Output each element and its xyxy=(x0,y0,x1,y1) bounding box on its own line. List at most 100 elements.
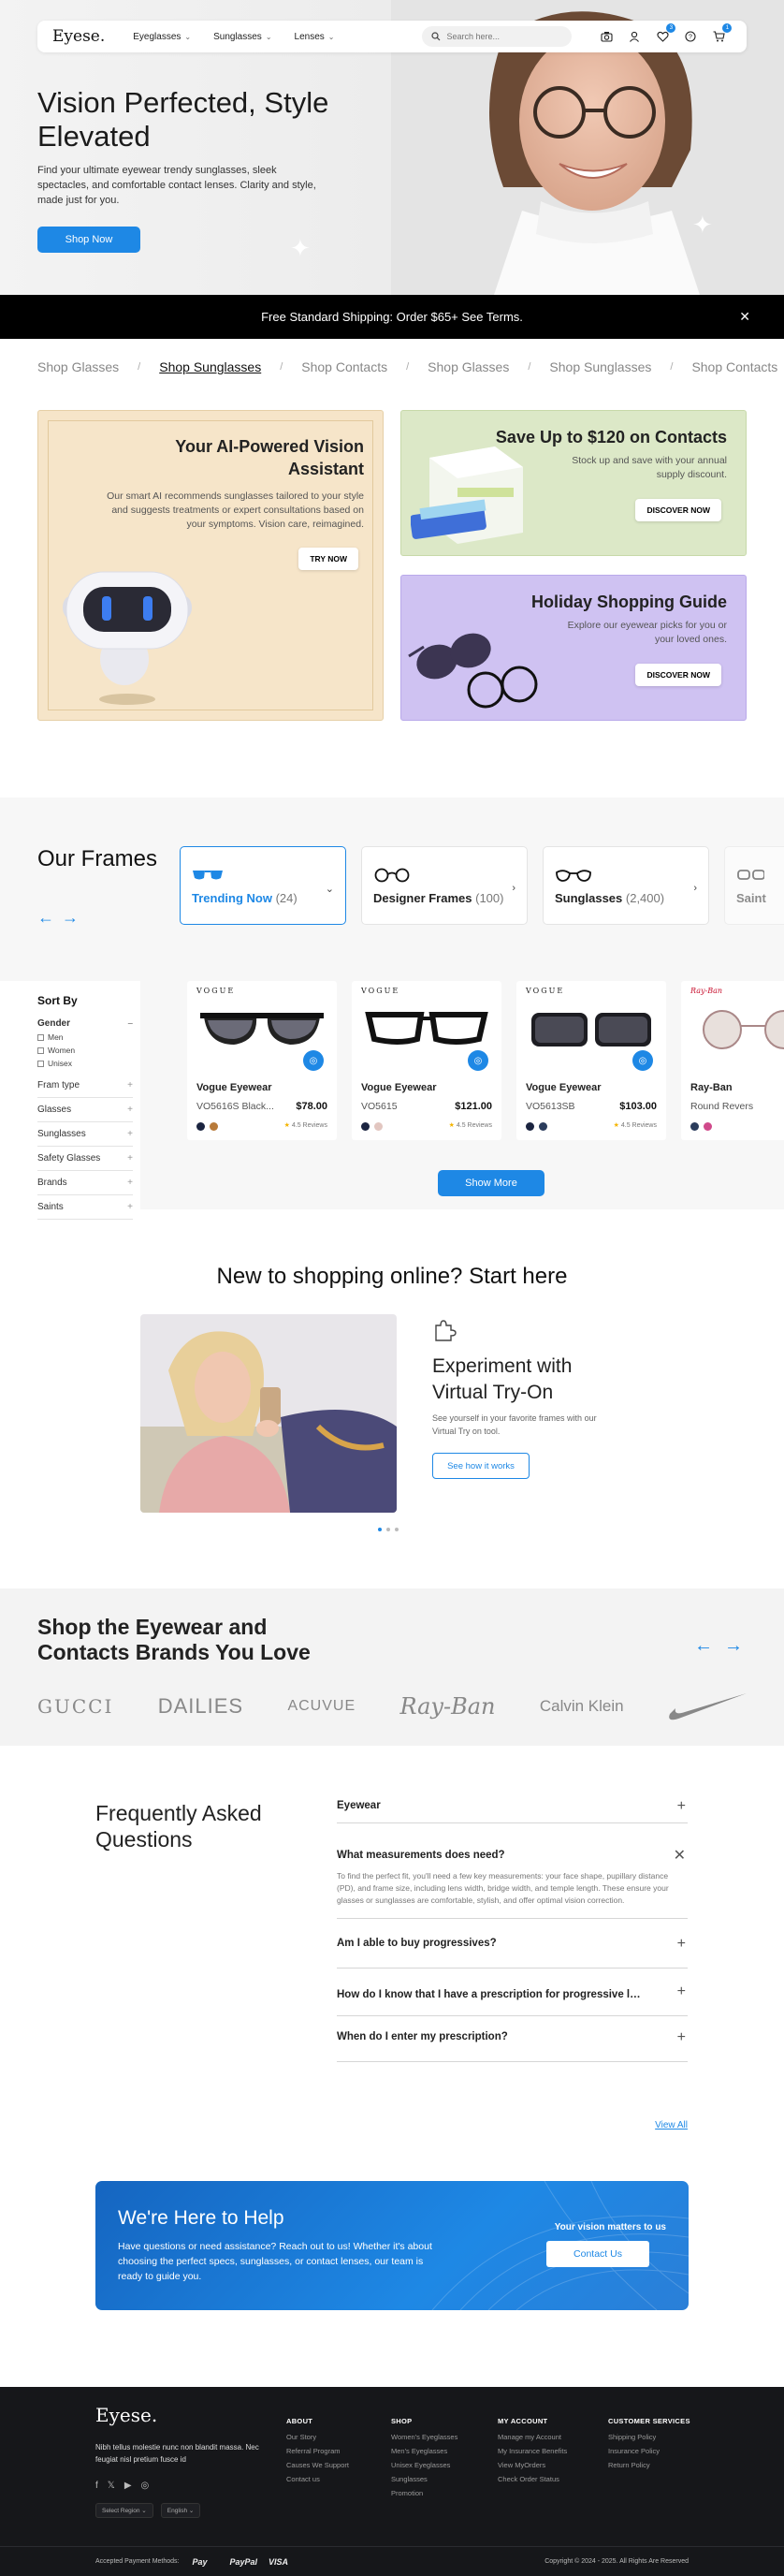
virtual-try-on-icon[interactable]: ◎ xyxy=(468,1050,488,1071)
footer-link[interactable]: Shipping Policy xyxy=(608,2433,690,2441)
color-swatch[interactable] xyxy=(526,1122,534,1131)
faq-item[interactable]: How do I know that I have a prescription… xyxy=(337,1969,688,2016)
color-swatch[interactable] xyxy=(539,1122,547,1131)
footer-link[interactable]: Our Story xyxy=(286,2433,349,2441)
filter-sunglasses[interactable]: Sunglasses + xyxy=(37,1122,133,1147)
arrow-right-icon[interactable]: → xyxy=(62,908,79,928)
try-now-button[interactable]: TRY NOW xyxy=(298,548,358,570)
arrow-right-icon[interactable]: → xyxy=(724,1635,743,1657)
footer-link[interactable]: Contact us xyxy=(286,2475,349,2483)
faq-item-open[interactable]: What measurements does need? ✕ To find t… xyxy=(337,1823,688,1919)
x-twitter-icon[interactable]: 𝕏 xyxy=(108,2481,115,2491)
ai-assistant-card[interactable]: Your AI-Powered Vision Assistant Our sma… xyxy=(37,410,384,721)
filter-frame-type[interactable]: Fram type + xyxy=(37,1074,133,1098)
brand-logo-dailies[interactable]: DAILIES xyxy=(158,1694,243,1719)
shop-now-button[interactable]: Shop Now xyxy=(37,227,140,253)
footer-link[interactable]: My Insurance Benefits xyxy=(498,2447,567,2455)
brand-logo-acuvue[interactable]: ACUVUE xyxy=(287,1698,356,1715)
discover-contacts-button[interactable]: DISCOVER NOW xyxy=(635,499,721,521)
plus-icon[interactable]: + xyxy=(677,2029,686,2046)
checkbox-box[interactable] xyxy=(37,1046,44,1054)
close-icon[interactable]: ✕ xyxy=(674,1846,686,1865)
brand-logo[interactable]: Eyese. xyxy=(52,27,105,46)
color-swatch[interactable] xyxy=(361,1122,370,1131)
footer-link[interactable]: Causes We Support xyxy=(286,2461,349,2469)
plus-icon[interactable]: + xyxy=(677,1936,686,1953)
category-link[interactable]: Shop Glasses xyxy=(428,359,509,374)
checkbox-unisex[interactable]: Unisex xyxy=(37,1059,140,1068)
color-swatch[interactable] xyxy=(196,1122,205,1131)
filter-gender[interactable]: Gender – xyxy=(37,1018,133,1029)
cart-icon[interactable]: 1 xyxy=(712,23,733,43)
arrow-left-icon[interactable]: ← xyxy=(694,1635,713,1657)
nav-eyeglasses[interactable]: Eyeglasses ⌄ xyxy=(133,32,191,42)
tab-trending-now[interactable]: Trending Now (24) ⌄ xyxy=(180,846,346,925)
footer-logo[interactable]: Eyese. xyxy=(95,2404,157,2426)
category-link-active[interactable]: Shop Sunglasses xyxy=(159,359,261,374)
footer-link[interactable]: Promotion xyxy=(391,2489,457,2497)
contact-us-button[interactable]: Contact Us xyxy=(546,2241,649,2267)
color-swatch[interactable] xyxy=(210,1122,218,1131)
product-card[interactable]: VOGUE ◎ Vogue Eyewear VO5616S Black... $… xyxy=(187,981,337,1140)
filter-glasses[interactable]: Glasses + xyxy=(37,1098,133,1122)
category-link[interactable]: Shop Contacts xyxy=(691,359,777,374)
product-card[interactable]: VOGUE ◎ Vogue Eyewear VO5615 $121.00 ★ 4… xyxy=(352,981,501,1140)
nav-lenses[interactable]: Lenses ⌄ xyxy=(295,32,335,42)
arrow-left-icon[interactable]: ← xyxy=(37,908,54,928)
footer-link[interactable]: Referral Program xyxy=(286,2447,349,2455)
footer-link[interactable]: Manage my Account xyxy=(498,2433,567,2441)
brand-logo-calvin-klein[interactable]: Calvin Klein xyxy=(540,1697,624,1716)
virtual-try-on-icon[interactable]: ◎ xyxy=(303,1050,324,1071)
help-icon[interactable]: ? xyxy=(684,30,697,43)
contacts-promo-card[interactable]: Save Up to $120 on Contacts Stock up and… xyxy=(400,410,747,556)
region-select[interactable]: Select Region ⌄ xyxy=(95,2503,153,2518)
footer-link[interactable]: Women's Eyeglasses xyxy=(391,2433,457,2441)
plus-icon[interactable]: + xyxy=(677,1983,686,2000)
see-how-it-works-button[interactable]: See how it works xyxy=(432,1453,530,1479)
search-box[interactable] xyxy=(422,26,573,47)
virtual-try-on-icon[interactable]: ◎ xyxy=(632,1050,653,1071)
brand-logo-nike[interactable] xyxy=(668,1691,748,1721)
carousel-dot[interactable] xyxy=(378,1528,382,1531)
filter-saints[interactable]: Saints + xyxy=(37,1195,133,1220)
nav-sunglasses[interactable]: Sunglasses ⌄ xyxy=(213,32,271,42)
product-card[interactable]: VOGUE ◎ Vogue Eyewear VO5613SB $103.00 ★… xyxy=(516,981,666,1140)
plus-icon[interactable]: + xyxy=(677,1798,686,1815)
checkbox-women[interactable]: Women xyxy=(37,1046,140,1055)
footer-link[interactable]: View MyOrders xyxy=(498,2461,567,2469)
color-swatch[interactable] xyxy=(374,1122,383,1131)
filter-safety-glasses[interactable]: Safety Glasses + xyxy=(37,1147,133,1171)
camera-icon[interactable] xyxy=(600,30,613,43)
footer-link[interactable]: Unisex Eyeglasses xyxy=(391,2461,457,2469)
footer-link[interactable]: Check Order Status xyxy=(498,2475,567,2483)
instagram-icon[interactable]: ◎ xyxy=(141,2481,150,2491)
faq-item[interactable]: Eyewear + xyxy=(337,1789,688,1823)
holiday-guide-card[interactable]: Holiday Shopping Guide Explore our eyewe… xyxy=(400,575,747,721)
category-link[interactable]: Shop Sunglasses xyxy=(549,359,651,374)
color-swatch[interactable] xyxy=(690,1122,699,1131)
faq-item[interactable]: Am I able to buy progressives? + xyxy=(337,1919,688,1969)
facebook-icon[interactable]: f xyxy=(95,2481,98,2491)
tab-saint[interactable]: Saint xyxy=(724,846,784,925)
carousel-dot[interactable] xyxy=(395,1528,399,1531)
checkbox-men[interactable]: Men xyxy=(37,1032,140,1042)
tab-sunglasses[interactable]: Sunglasses (2,400) › xyxy=(543,846,709,925)
footer-link[interactable]: Insurance Policy xyxy=(608,2447,690,2455)
category-link[interactable]: Shop Glasses xyxy=(37,359,119,374)
carousel-dot[interactable] xyxy=(386,1528,390,1531)
checkbox-box[interactable] xyxy=(37,1033,44,1041)
checkbox-box[interactable] xyxy=(37,1060,44,1067)
search-input[interactable] xyxy=(446,32,559,41)
user-icon[interactable] xyxy=(628,30,641,43)
filter-brands[interactable]: Brands + xyxy=(37,1171,133,1195)
show-more-button[interactable]: Show More xyxy=(438,1170,544,1196)
color-swatch[interactable] xyxy=(704,1122,712,1131)
footer-link[interactable]: Men's Eyeglasses xyxy=(391,2447,457,2455)
youtube-icon[interactable]: ▶ xyxy=(124,2481,132,2491)
discover-holiday-button[interactable]: DISCOVER NOW xyxy=(635,664,721,686)
category-link[interactable]: Shop Contacts xyxy=(301,359,387,374)
brand-logo-rayban[interactable]: Ray-Ban xyxy=(399,1693,495,1720)
close-icon[interactable]: ✕ xyxy=(739,309,750,325)
product-card[interactable]: Ray-Ban Ray-Ban Round Revers xyxy=(681,981,784,1140)
footer-link[interactable]: Sunglasses xyxy=(391,2475,457,2483)
